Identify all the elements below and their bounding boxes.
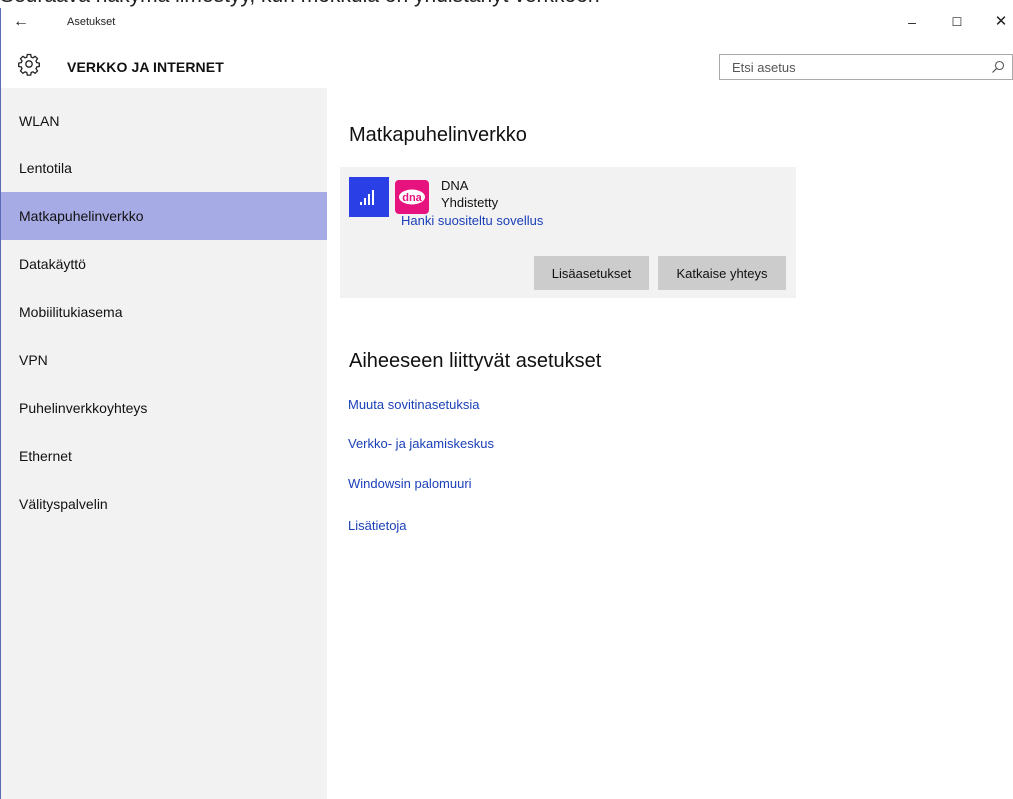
related-link-more-info[interactable]: Lisätietoja <box>348 518 407 533</box>
signal-bars-icon <box>360 190 374 205</box>
search-input[interactable] <box>720 55 992 79</box>
app-title: Asetukset <box>67 16 116 28</box>
page-header: VERKKO JA INTERNET <box>1 46 1013 86</box>
related-settings-heading: Aiheeseen liittyvät asetukset <box>349 350 602 372</box>
settings-window: ← Asetukset – ☐ ✕ VERKKO JA INTERNET WLA… <box>0 8 1013 799</box>
carrier-logo-text: dna <box>402 192 422 204</box>
sidebar-item-datakaytto[interactable]: Datakäyttö <box>1 240 327 288</box>
advanced-options-button[interactable]: Lisäasetukset <box>534 256 649 290</box>
sidebar-item-mobiilitukiasema[interactable]: Mobiilitukiasema <box>1 288 327 336</box>
related-link-windows-firewall[interactable]: Windowsin palomuuri <box>348 476 472 491</box>
minimize-button[interactable]: – <box>897 10 927 34</box>
signal-strength-tile <box>349 177 389 217</box>
sidebar-item-ethernet[interactable]: Ethernet <box>1 432 327 480</box>
disconnect-button[interactable]: Katkaise yhteys <box>658 256 786 290</box>
get-recommended-app-link[interactable]: Hanki suositeltu sovellus <box>401 213 543 228</box>
sidebar-item-valityspalvelin[interactable]: Välityspalvelin <box>1 480 327 528</box>
related-link-adapter-settings[interactable]: Muuta sovitinasetuksia <box>348 397 480 412</box>
sidebar-item-wlan[interactable]: WLAN <box>1 97 327 145</box>
network-card[interactable]: dna DNA Yhdistetty Hanki suositeltu sove… <box>340 167 796 298</box>
main-content: Matkapuhelinverkko dna DNA Yhdistetty Ha… <box>327 88 1013 799</box>
caption-text: Seuraava näkymä ilmestyy, kun mokkula on… <box>0 0 1013 8</box>
sidebar-item-matkapuhelinverkko[interactable]: Matkapuhelinverkko <box>1 192 327 240</box>
related-link-network-sharing-center[interactable]: Verkko- ja jakamiskeskus <box>348 436 494 451</box>
search-box <box>719 54 1013 80</box>
title-bar: ← Asetukset – ☐ ✕ <box>1 8 1013 40</box>
section-heading: Matkapuhelinverkko <box>349 124 527 146</box>
carrier-logo: dna <box>395 180 429 214</box>
dna-logo-icon: dna <box>399 189 425 205</box>
gear-icon <box>18 53 40 76</box>
sidebar-nav: WLAN Lentotila Matkapuhelinverkko Datakä… <box>1 88 327 799</box>
search-icon[interactable] <box>990 59 1006 75</box>
page-title: VERKKO JA INTERNET <box>67 59 224 75</box>
carrier-name: DNA <box>441 178 469 193</box>
connection-status: Yhdistetty <box>441 195 499 210</box>
close-button[interactable]: ✕ <box>986 10 1013 34</box>
back-arrow-icon[interactable]: ← <box>11 12 31 32</box>
sidebar-item-puhelinverkkoyhteys[interactable]: Puhelinverkkoyhteys <box>1 384 327 432</box>
maximize-button[interactable]: ☐ <box>942 10 972 34</box>
sidebar-item-lentotila[interactable]: Lentotila <box>1 144 327 192</box>
sidebar-item-vpn[interactable]: VPN <box>1 336 327 384</box>
